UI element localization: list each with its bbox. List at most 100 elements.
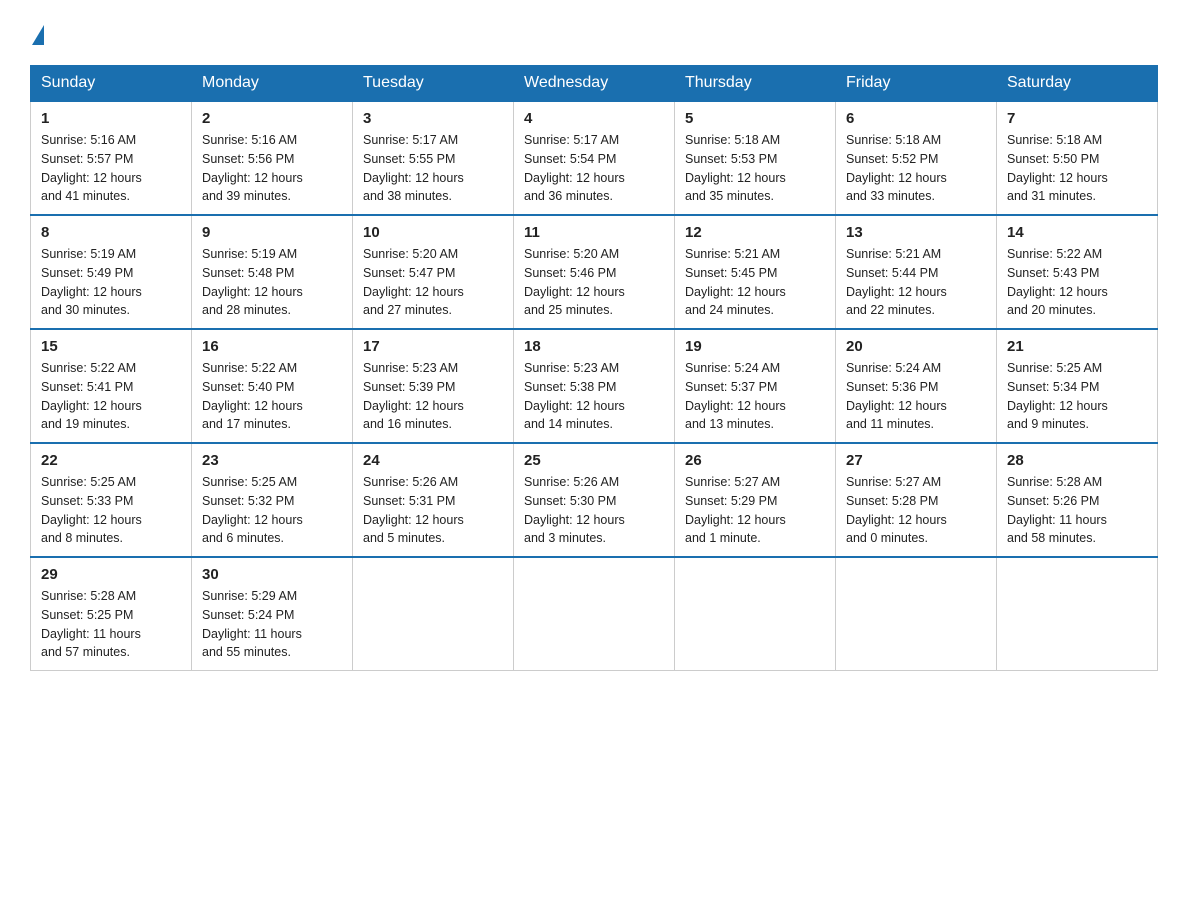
calendar-day-cell: 8Sunrise: 5:19 AMSunset: 5:49 PMDaylight…: [31, 215, 192, 329]
day-info: Sunrise: 5:25 AMSunset: 5:32 PMDaylight:…: [202, 473, 342, 548]
day-number: 26: [685, 452, 825, 469]
page-header: [30, 20, 1158, 45]
calendar-day-cell: 14 Sunrise: 5:22 AMSunset: 5:43 PMDayligh…: [997, 215, 1158, 329]
calendar-day-cell: 5 Sunrise: 5:18 AMSunset: 5:53 PMDaylight…: [675, 101, 836, 215]
day-info: Sunrise: 5:21 AMSunset: 5:44 PMDaylight:…: [846, 245, 986, 320]
calendar-day-cell: 16 Sunrise: 5:22 AMSunset: 5:40 PMDayligh…: [192, 329, 353, 443]
calendar-day-cell: 27 Sunrise: 5:27 AMSunset: 5:28 PMDayligh…: [836, 443, 997, 557]
calendar-day-cell: 2 Sunrise: 5:16 AMSunset: 5:56 PMDaylight…: [192, 101, 353, 215]
day-of-week-header: Monday: [192, 66, 353, 102]
calendar-week-row: 8Sunrise: 5:19 AMSunset: 5:49 PMDaylight…: [31, 215, 1158, 329]
calendar-day-cell: [353, 557, 514, 671]
calendar-day-cell: [997, 557, 1158, 671]
calendar-day-cell: 26 Sunrise: 5:27 AMSunset: 5:29 PMDayligh…: [675, 443, 836, 557]
day-number: 2: [202, 110, 342, 127]
day-number: 13: [846, 224, 986, 241]
calendar-day-cell: [836, 557, 997, 671]
calendar-table: SundayMondayTuesdayWednesdayThursdayFrid…: [30, 65, 1158, 671]
day-info: Sunrise: 5:26 AMSunset: 5:31 PMDaylight:…: [363, 473, 503, 548]
day-number: 29: [41, 566, 181, 583]
calendar-day-cell: 21Sunrise: 5:25 AMSunset: 5:34 PMDayligh…: [997, 329, 1158, 443]
day-info: Sunrise: 5:18 AMSunset: 5:53 PMDaylight:…: [685, 131, 825, 206]
calendar-week-row: 1 Sunrise: 5:16 AMSunset: 5:57 PMDaylight…: [31, 101, 1158, 215]
day-info: Sunrise: 5:24 AMSunset: 5:36 PMDaylight:…: [846, 359, 986, 434]
day-info: Sunrise: 5:20 AMSunset: 5:46 PMDaylight:…: [524, 245, 664, 320]
day-info: Sunrise: 5:22 AMSunset: 5:40 PMDaylight:…: [202, 359, 342, 434]
day-info: Sunrise: 5:24 AMSunset: 5:37 PMDaylight:…: [685, 359, 825, 434]
day-number: 8: [41, 224, 181, 241]
day-number: 7: [1007, 110, 1147, 127]
day-info: Sunrise: 5:23 AMSunset: 5:38 PMDaylight:…: [524, 359, 664, 434]
calendar-day-cell: 1 Sunrise: 5:16 AMSunset: 5:57 PMDaylight…: [31, 101, 192, 215]
day-of-week-header: Wednesday: [514, 66, 675, 102]
calendar-day-cell: 24 Sunrise: 5:26 AMSunset: 5:31 PMDayligh…: [353, 443, 514, 557]
day-number: 12: [685, 224, 825, 241]
calendar-day-cell: 11 Sunrise: 5:20 AMSunset: 5:46 PMDayligh…: [514, 215, 675, 329]
day-info: Sunrise: 5:25 AMSunset: 5:33 PMDaylight:…: [41, 473, 181, 548]
calendar-day-cell: 6Sunrise: 5:18 AMSunset: 5:52 PMDaylight…: [836, 101, 997, 215]
day-number: 19: [685, 338, 825, 355]
day-number: 17: [363, 338, 503, 355]
day-info: Sunrise: 5:18 AMSunset: 5:52 PMDaylight:…: [846, 131, 986, 206]
day-info: Sunrise: 5:22 AMSunset: 5:41 PMDaylight:…: [41, 359, 181, 434]
day-info: Sunrise: 5:20 AMSunset: 5:47 PMDaylight:…: [363, 245, 503, 320]
day-info: Sunrise: 5:29 AMSunset: 5:24 PMDaylight:…: [202, 587, 342, 662]
calendar-day-cell: 9 Sunrise: 5:19 AMSunset: 5:48 PMDaylight…: [192, 215, 353, 329]
day-number: 9: [202, 224, 342, 241]
day-info: Sunrise: 5:27 AMSunset: 5:28 PMDaylight:…: [846, 473, 986, 548]
day-info: Sunrise: 5:16 AMSunset: 5:56 PMDaylight:…: [202, 131, 342, 206]
logo: [30, 20, 46, 45]
day-info: Sunrise: 5:16 AMSunset: 5:57 PMDaylight:…: [41, 131, 181, 206]
calendar-day-cell: 3 Sunrise: 5:17 AMSunset: 5:55 PMDaylight…: [353, 101, 514, 215]
calendar-week-row: 15 Sunrise: 5:22 AMSunset: 5:41 PMDayligh…: [31, 329, 1158, 443]
day-info: Sunrise: 5:19 AMSunset: 5:48 PMDaylight:…: [202, 245, 342, 320]
day-number: 3: [363, 110, 503, 127]
calendar-day-cell: [514, 557, 675, 671]
day-number: 1: [41, 110, 181, 127]
day-number: 27: [846, 452, 986, 469]
calendar-day-cell: 12 Sunrise: 5:21 AMSunset: 5:45 PMDayligh…: [675, 215, 836, 329]
day-number: 10: [363, 224, 503, 241]
day-number: 4: [524, 110, 664, 127]
day-info: Sunrise: 5:21 AMSunset: 5:45 PMDaylight:…: [685, 245, 825, 320]
day-of-week-header: Saturday: [997, 66, 1158, 102]
calendar-day-cell: 20 Sunrise: 5:24 AMSunset: 5:36 PMDayligh…: [836, 329, 997, 443]
day-number: 21: [1007, 338, 1147, 355]
day-info: Sunrise: 5:27 AMSunset: 5:29 PMDaylight:…: [685, 473, 825, 548]
calendar-day-cell: 30 Sunrise: 5:29 AMSunset: 5:24 PMDayligh…: [192, 557, 353, 671]
day-number: 15: [41, 338, 181, 355]
day-number: 20: [846, 338, 986, 355]
day-number: 24: [363, 452, 503, 469]
day-number: 14: [1007, 224, 1147, 241]
calendar-day-cell: 23 Sunrise: 5:25 AMSunset: 5:32 PMDayligh…: [192, 443, 353, 557]
day-info: Sunrise: 5:17 AMSunset: 5:55 PMDaylight:…: [363, 131, 503, 206]
calendar-day-cell: 28Sunrise: 5:28 AMSunset: 5:26 PMDayligh…: [997, 443, 1158, 557]
calendar-day-cell: 13 Sunrise: 5:21 AMSunset: 5:44 PMDayligh…: [836, 215, 997, 329]
day-number: 30: [202, 566, 342, 583]
day-number: 11: [524, 224, 664, 241]
calendar-week-row: 22Sunrise: 5:25 AMSunset: 5:33 PMDayligh…: [31, 443, 1158, 557]
day-info: Sunrise: 5:22 AMSunset: 5:43 PMDaylight:…: [1007, 245, 1147, 320]
day-number: 25: [524, 452, 664, 469]
calendar-day-cell: 15 Sunrise: 5:22 AMSunset: 5:41 PMDayligh…: [31, 329, 192, 443]
calendar-day-cell: 10 Sunrise: 5:20 AMSunset: 5:47 PMDayligh…: [353, 215, 514, 329]
day-info: Sunrise: 5:18 AMSunset: 5:50 PMDaylight:…: [1007, 131, 1147, 206]
day-number: 5: [685, 110, 825, 127]
calendar-day-cell: 17 Sunrise: 5:23 AMSunset: 5:39 PMDayligh…: [353, 329, 514, 443]
day-of-week-header: Tuesday: [353, 66, 514, 102]
calendar-day-cell: 19 Sunrise: 5:24 AMSunset: 5:37 PMDayligh…: [675, 329, 836, 443]
day-number: 16: [202, 338, 342, 355]
day-info: Sunrise: 5:23 AMSunset: 5:39 PMDaylight:…: [363, 359, 503, 434]
day-number: 23: [202, 452, 342, 469]
calendar-day-cell: [675, 557, 836, 671]
day-info: Sunrise: 5:28 AMSunset: 5:26 PMDaylight:…: [1007, 473, 1147, 548]
calendar-header-row: SundayMondayTuesdayWednesdayThursdayFrid…: [31, 66, 1158, 102]
calendar-day-cell: 29Sunrise: 5:28 AMSunset: 5:25 PMDayligh…: [31, 557, 192, 671]
calendar-day-cell: 7 Sunrise: 5:18 AMSunset: 5:50 PMDaylight…: [997, 101, 1158, 215]
day-of-week-header: Thursday: [675, 66, 836, 102]
calendar-day-cell: 22Sunrise: 5:25 AMSunset: 5:33 PMDayligh…: [31, 443, 192, 557]
calendar-day-cell: 18 Sunrise: 5:23 AMSunset: 5:38 PMDayligh…: [514, 329, 675, 443]
calendar-day-cell: 4Sunrise: 5:17 AMSunset: 5:54 PMDaylight…: [514, 101, 675, 215]
calendar-day-cell: 25Sunrise: 5:26 AMSunset: 5:30 PMDayligh…: [514, 443, 675, 557]
day-number: 18: [524, 338, 664, 355]
